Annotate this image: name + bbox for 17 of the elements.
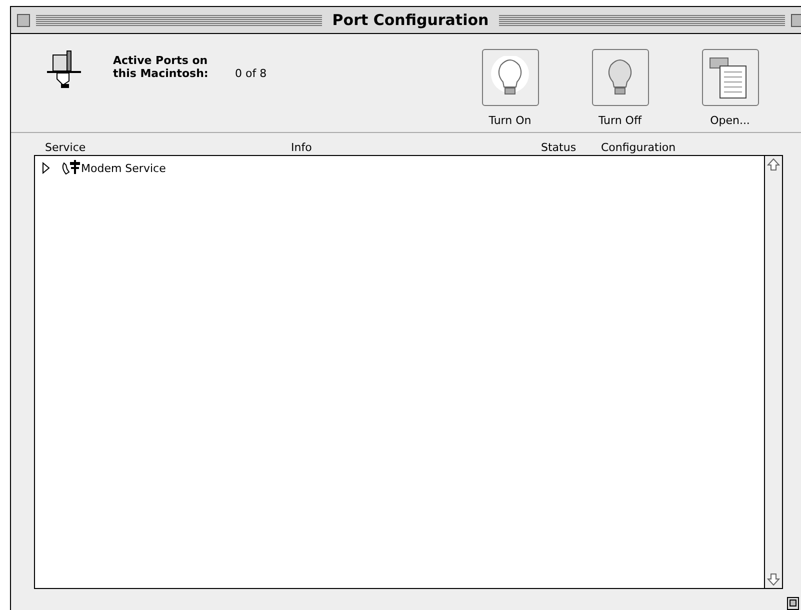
column-header[interactable]: Info [291, 141, 312, 154]
column-header[interactable]: Service [45, 141, 86, 154]
active-ports-label: Active Ports on this Macintosh: [113, 54, 210, 80]
resize-grip-icon[interactable] [787, 597, 799, 610]
scroll-bar[interactable] [764, 156, 782, 588]
port-hand-icon [47, 49, 83, 89]
disclosure-triangle[interactable] [41, 162, 51, 174]
active-ports-count: 0 of 8 [235, 67, 267, 80]
phone-icon [61, 160, 81, 176]
scroll-up-icon[interactable] [765, 156, 782, 173]
column-header[interactable]: Status [541, 141, 576, 154]
window-title: Port Configuration [331, 11, 490, 29]
scroll-down-icon[interactable] [765, 571, 782, 588]
close-box-icon[interactable] [17, 14, 30, 26]
zoom-box-icon[interactable] [791, 14, 801, 26]
column-header[interactable]: Configuration [601, 141, 676, 154]
service-name[interactable]: Modem Service [81, 162, 166, 174]
